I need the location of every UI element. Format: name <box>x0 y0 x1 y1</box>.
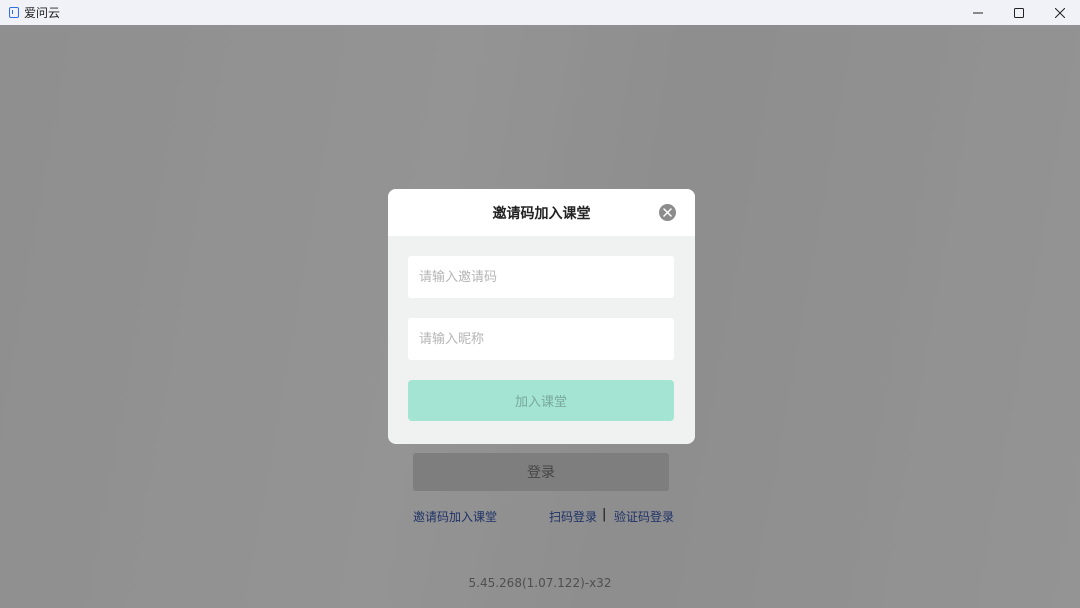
invite-dialog: 邀请码加入课堂 加入课堂 <box>388 189 695 444</box>
dialog-body: 加入课堂 <box>388 236 695 421</box>
close-icon <box>663 208 672 217</box>
title-bar: 爱问云 <box>0 0 1080 25</box>
maximize-icon <box>1013 7 1024 18</box>
app-window: 爱问云 登录 邀请码加入课堂 扫码登录 | 验证码登录 5.45.268(1.0… <box>0 0 1080 608</box>
close-icon <box>1054 7 1065 18</box>
dialog-close-button[interactable] <box>659 204 676 221</box>
invite-code-input[interactable] <box>408 256 674 298</box>
close-window-button[interactable] <box>1039 0 1080 25</box>
dialog-title: 邀请码加入课堂 <box>492 205 591 222</box>
minimize-icon <box>972 12 983 13</box>
minimize-button[interactable] <box>957 0 998 25</box>
nickname-input[interactable] <box>408 318 674 360</box>
dialog-header: 邀请码加入课堂 <box>388 189 695 236</box>
window-title: 爱问云 <box>24 6 61 20</box>
maximize-button[interactable] <box>998 0 1039 25</box>
join-class-button[interactable]: 加入课堂 <box>408 380 674 421</box>
app-logo-icon <box>9 7 19 18</box>
window-controls <box>957 0 1080 25</box>
